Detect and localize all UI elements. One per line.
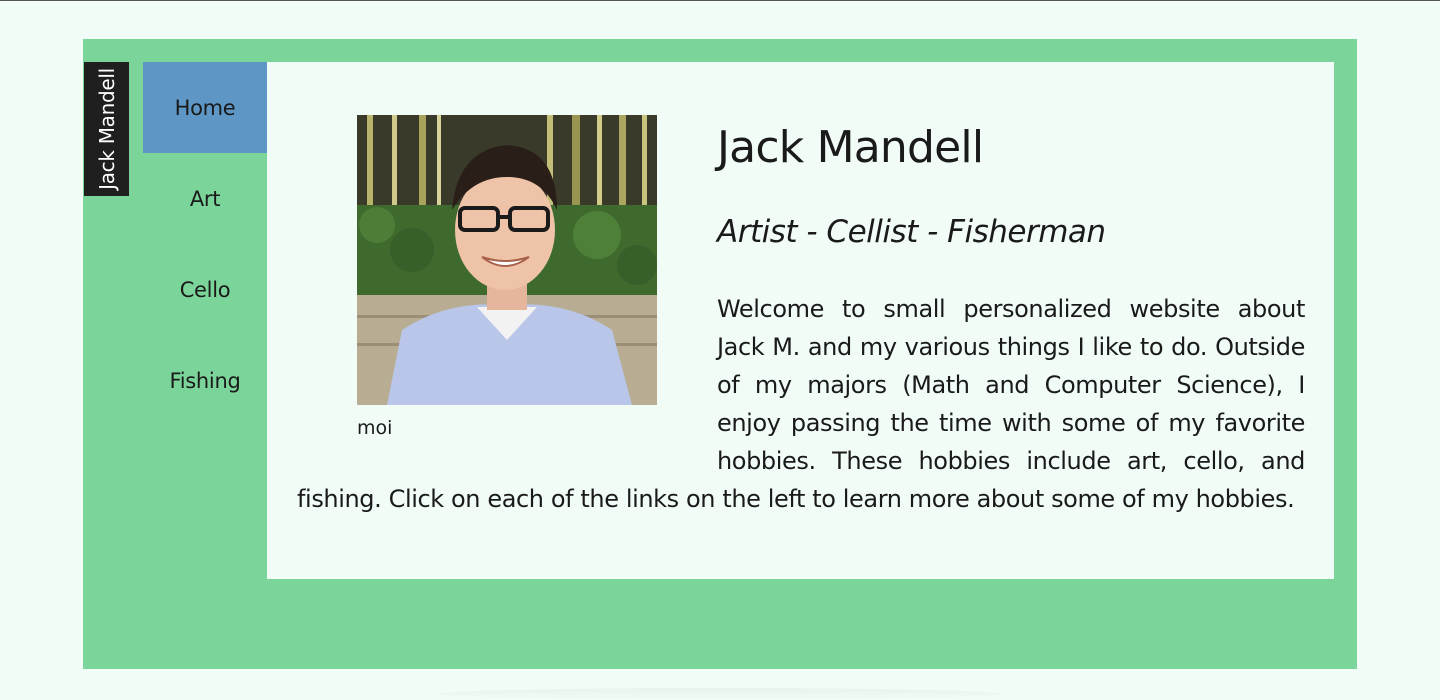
tagline: Artist - Cellist - Fisherman: [717, 214, 1106, 250]
bottom-shadow: [440, 688, 1000, 700]
nav-item-fishing[interactable]: Fishing: [143, 335, 267, 426]
nav-item-label: Home: [174, 95, 236, 120]
nav-item-label: Fishing: [169, 368, 241, 393]
nav-item-label: Art: [189, 186, 221, 211]
site-title: Jack Mandell: [94, 68, 119, 190]
main-content: moi Jack Mandell Artist - Cellist - Fish…: [267, 62, 1334, 579]
nav-item-label: Cello: [179, 277, 231, 302]
site-title-tab[interactable]: Jack Mandell: [84, 62, 129, 196]
page-title: Jack Mandell: [717, 122, 984, 173]
nav-item-cello[interactable]: Cello: [143, 244, 267, 335]
nav-item-home[interactable]: Home: [143, 62, 267, 153]
float-spacer: [297, 290, 717, 480]
nav-item-art[interactable]: Art: [143, 153, 267, 244]
intro-paragraph: Welcome to small personalized website ab…: [297, 290, 1305, 518]
sidebar-nav: Home Art Cello Fishing: [143, 62, 267, 426]
top-rule: [0, 0, 1440, 1]
